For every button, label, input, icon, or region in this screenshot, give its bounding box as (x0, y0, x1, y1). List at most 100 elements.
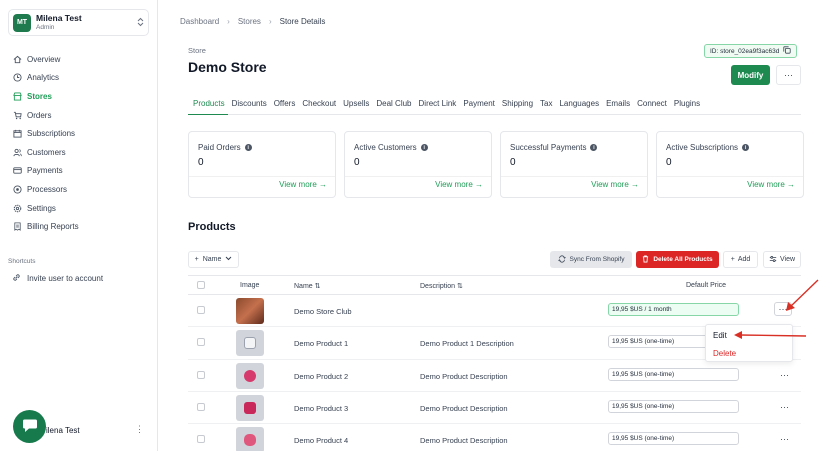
stat-card-successful-payments: Successful Payments i 0 View more → (500, 131, 648, 198)
chevron-up-down-icon (137, 17, 144, 29)
cart-icon (12, 110, 22, 120)
gear-icon (12, 203, 22, 213)
receipt-icon (12, 222, 22, 232)
tab-products[interactable]: Products (188, 94, 229, 115)
tab-payment[interactable]: Payment (460, 94, 499, 115)
view-more-link[interactable]: View more → (591, 180, 639, 189)
tab-discounts[interactable]: Discounts (228, 94, 270, 115)
info-icon[interactable]: i (420, 144, 428, 151)
product-name[interactable]: Demo Product 4 (294, 436, 348, 445)
product-name[interactable]: Demo Store Club (294, 307, 352, 316)
column-name[interactable]: Name ⇅ (294, 282, 321, 290)
stat-card-paid-orders: Paid Orders i 0 View more → (188, 131, 336, 198)
tab-languages[interactable]: Languages (556, 94, 603, 115)
shortcut-invite-user[interactable]: Invite user to account (8, 270, 103, 286)
stat-title: Successful Payments (510, 143, 587, 152)
row-checkbox[interactable] (197, 338, 205, 347)
more-horizontal-icon: ··· (780, 369, 789, 380)
sidebar-item-payments[interactable]: Payments (8, 162, 149, 181)
info-icon[interactable]: i (244, 144, 252, 151)
modify-button[interactable]: Modify (731, 65, 770, 85)
product-name[interactable]: Demo Product 1 (294, 339, 348, 348)
row-checkbox[interactable] (197, 402, 205, 411)
view-more-link[interactable]: View more → (747, 180, 795, 189)
account-role: Admin (36, 23, 55, 31)
sidebar-item-analytics[interactable]: Analytics (8, 69, 149, 88)
sidebar-item-overview[interactable]: Overview (8, 50, 149, 69)
row-actions-button[interactable]: ··· (780, 434, 789, 444)
tab-direct-link[interactable]: Direct Link (415, 94, 460, 115)
menu-item-edit[interactable]: Edit (713, 331, 727, 340)
tab-deal-club[interactable]: Deal Club (373, 94, 415, 115)
more-horizontal-icon: ··· (784, 70, 793, 80)
trash-icon (642, 255, 649, 265)
table-row[interactable]: Demo Store Club 19,95 $US / 1 month ··· (188, 295, 801, 328)
delete-all-products-button[interactable]: Delete All Products (636, 251, 719, 268)
row-checkbox[interactable] (197, 435, 205, 444)
stat-value: 0 (354, 157, 360, 168)
price-select[interactable]: 19,95 $US / 1 month (608, 303, 739, 316)
avatar: MT (13, 13, 31, 32)
products-table: Image Name ⇅ Description ⇅ Default Price… (188, 275, 801, 451)
chevron-down-icon (225, 256, 232, 263)
tab-offers[interactable]: Offers (270, 94, 299, 115)
tab-emails[interactable]: Emails (603, 94, 634, 115)
sync-from-shopify-button[interactable]: Sync From Shopify (550, 251, 632, 268)
sidebar-item-label: Processors (27, 184, 68, 194)
stats-cards: Paid Orders i 0 View more → Active Custom… (188, 131, 804, 198)
tab-plugins[interactable]: Plugins (670, 94, 703, 115)
sidebar-item-billing-reports[interactable]: Billing Reports (8, 217, 149, 236)
price-select[interactable]: 19,95 $US (one-time) (608, 432, 739, 446)
row-actions-button[interactable]: ··· (780, 370, 789, 380)
info-icon[interactable]: i (742, 144, 750, 151)
sidebar-item-processors[interactable]: Processors (8, 180, 149, 199)
account-name: Milena Test (36, 13, 82, 24)
user-menu-icon[interactable]: ⋮ (135, 424, 144, 435)
tab-connect[interactable]: Connect (634, 94, 671, 115)
info-icon[interactable]: i (590, 144, 598, 151)
view-more-link[interactable]: View more → (435, 180, 483, 189)
view-more-link[interactable]: View more → (279, 180, 327, 189)
footer-user-name: ilena Test (46, 426, 80, 435)
tab-checkout[interactable]: Checkout (299, 94, 340, 115)
product-image (236, 330, 264, 357)
price-select[interactable]: 19,95 $US (one-time) (608, 367, 739, 381)
chat-widget-button[interactable] (13, 410, 46, 443)
store-id-badge[interactable]: ID: store_02ea9f3ac63d (704, 44, 798, 58)
sidebar-item-settings[interactable]: Settings (8, 199, 149, 218)
tab-shipping[interactable]: Shipping (498, 94, 536, 115)
product-name[interactable]: Demo Product 2 (294, 372, 348, 381)
row-actions-button[interactable]: ··· (780, 402, 789, 412)
sidebar-item-orders[interactable]: Orders (8, 106, 149, 125)
account-switcher[interactable]: MT Milena Test Admin (8, 9, 149, 36)
row-actions-button[interactable]: ··· (774, 302, 792, 316)
table-row[interactable]: Demo Product 4 Demo Product Description … (188, 424, 801, 451)
sidebar-item-label: Subscriptions (27, 129, 76, 139)
more-options-button[interactable]: ··· (776, 65, 801, 85)
copy-icon[interactable] (783, 46, 791, 56)
breadcrumb-stores[interactable]: Stores (238, 17, 261, 26)
view-options-button[interactable]: View (763, 251, 801, 268)
product-name[interactable]: Demo Product 3 (294, 404, 348, 413)
sidebar-item-stores[interactable]: Stores (8, 87, 149, 106)
table-row[interactable]: Demo Product 2 Demo Product Description … (188, 360, 801, 392)
delete-all-label: Delete All Products (653, 256, 713, 263)
row-checkbox[interactable] (197, 370, 205, 379)
breadcrumb-dashboard[interactable]: Dashboard (180, 17, 219, 26)
table-row[interactable]: Demo Product 3 Demo Product Description … (188, 392, 801, 425)
row-checkbox[interactable] (197, 306, 205, 314)
column-description[interactable]: Description ⇅ (420, 282, 463, 290)
add-product-button[interactable]: + Add (723, 251, 758, 268)
name-filter-button[interactable]: + Name (188, 251, 239, 268)
sidebar-item-subscriptions[interactable]: Subscriptions (8, 124, 149, 143)
sliders-icon (769, 255, 777, 265)
price-select[interactable]: 19,95 $US (one-time) (608, 399, 739, 413)
tab-tax[interactable]: Tax (537, 94, 556, 115)
more-horizontal-icon: ··· (778, 304, 788, 314)
chat-icon (22, 419, 38, 435)
tab-upsells[interactable]: Upsells (340, 94, 373, 115)
select-all-checkbox[interactable] (197, 281, 205, 289)
menu-item-delete[interactable]: Delete (713, 349, 736, 358)
sidebar-item-customers[interactable]: Customers (8, 143, 149, 162)
table-header: Image Name ⇅ Description ⇅ Default Price (188, 275, 801, 295)
